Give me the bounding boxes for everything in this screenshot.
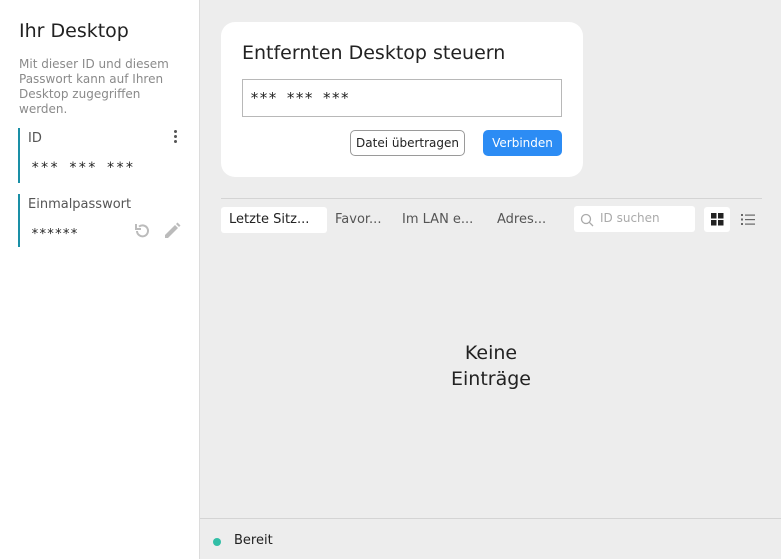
- sidebar: Ihr Desktop Mit dieser ID und diesem Pas…: [0, 0, 200, 559]
- password-field: Einmalpasswort ******: [18, 194, 186, 247]
- sidebar-description: Mit dieser ID und diesem Passwort kann a…: [19, 57, 169, 116]
- password-value: ******: [31, 227, 78, 242]
- card-title: Entfernten Desktop steuern: [242, 42, 506, 64]
- search-placeholder: ID suchen: [600, 211, 660, 225]
- remote-id-input[interactable]: *** *** ***: [242, 79, 562, 117]
- search-icon: [580, 212, 594, 227]
- status-text: Bereit: [234, 533, 273, 548]
- connect-button[interactable]: Verbinden: [483, 130, 562, 156]
- edit-icon[interactable]: [162, 221, 182, 241]
- status-bar: Bereit: [200, 518, 781, 559]
- id-label: ID: [28, 131, 42, 146]
- list-view-icon[interactable]: [735, 207, 761, 232]
- status-indicator: [213, 538, 221, 546]
- tab-recent-sessions[interactable]: Letzte Sitz...: [221, 207, 327, 233]
- id-value: *** *** ***: [31, 160, 135, 176]
- divider: [221, 198, 762, 199]
- refresh-icon[interactable]: [132, 221, 152, 241]
- search-input[interactable]: ID suchen: [574, 206, 695, 232]
- grid-view-icon[interactable]: [704, 207, 730, 232]
- file-transfer-button[interactable]: Datei übertragen: [350, 130, 465, 156]
- tab-address-book[interactable]: Adres...: [489, 207, 569, 233]
- empty-state-message: Keine Einträge: [451, 342, 531, 390]
- tab-favorites[interactable]: Favor...: [327, 207, 389, 233]
- remote-control-card: Entfernten Desktop steuern *** *** *** D…: [221, 22, 583, 177]
- tab-lan[interactable]: Im LAN e...: [394, 207, 484, 233]
- id-field: ID *** *** ***: [18, 128, 186, 183]
- password-label: Einmalpasswort: [28, 197, 132, 212]
- kebab-menu-icon[interactable]: [170, 129, 180, 145]
- sidebar-title: Ihr Desktop: [19, 20, 129, 42]
